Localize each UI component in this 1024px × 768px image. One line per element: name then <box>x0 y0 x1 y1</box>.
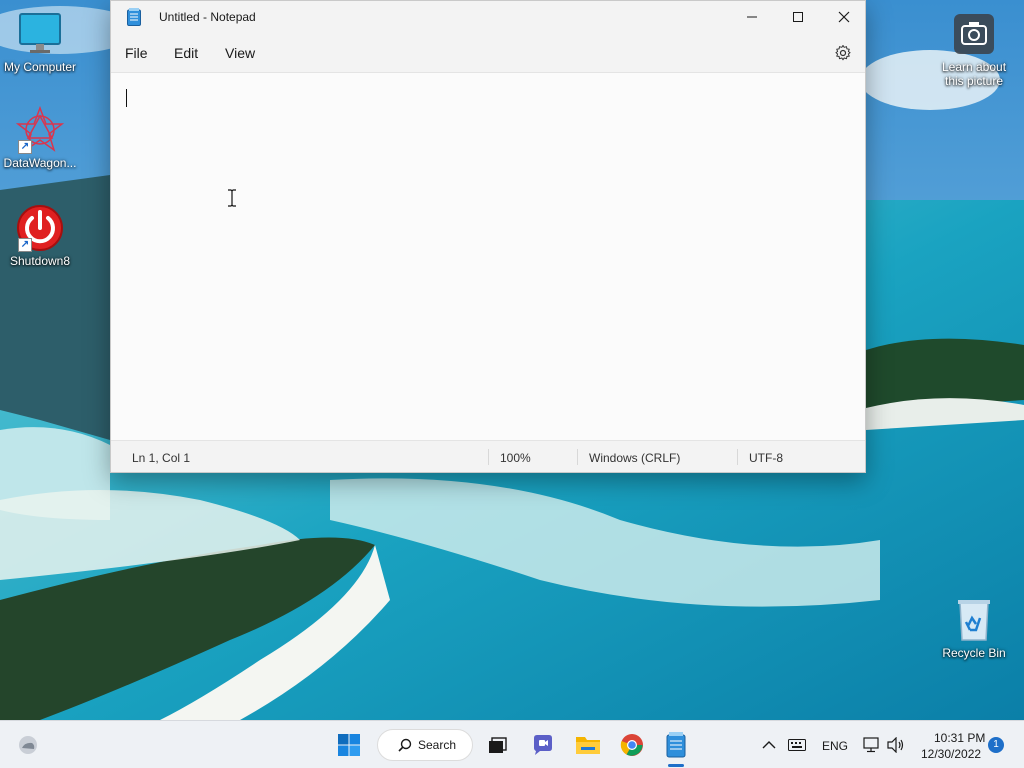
chat-icon <box>534 735 552 755</box>
desktop-icon-shutdown8[interactable]: ↗ Shutdown8 <box>0 204 80 268</box>
task-view-icon <box>489 737 507 753</box>
chrome-icon <box>620 734 643 756</box>
notepad-taskbar-button[interactable] <box>660 729 692 761</box>
chrome-button[interactable] <box>616 729 648 761</box>
text-editor[interactable] <box>111 73 865 441</box>
ibeam-cursor-icon <box>228 189 236 207</box>
monitor-icon <box>16 10 64 58</box>
touch-keyboard-button[interactable] <box>781 729 813 761</box>
maximize-icon <box>793 12 803 22</box>
text-caret <box>126 89 127 107</box>
active-app-indicator <box>668 764 684 767</box>
power-icon: ↗ <box>16 204 64 252</box>
minimize-icon <box>747 16 757 18</box>
close-icon <box>838 11 850 23</box>
desktop-icon-recycle-bin[interactable]: Recycle Bin <box>934 596 1014 660</box>
status-encoding: UTF-8 <box>749 451 783 465</box>
network-icon <box>863 737 879 753</box>
folder-icon <box>576 737 600 754</box>
title-bar[interactable]: Untitled - Notepad <box>111 1 865 33</box>
weather-widget-icon <box>19 736 37 754</box>
taskbar: Search ENG 10:31 PM 12/30/2022 <box>0 720 1024 768</box>
desktop-icon-label: DataWagon... <box>3 156 77 170</box>
widgets-button[interactable] <box>12 729 44 761</box>
desktop-spotlight-learn-about[interactable]: Learn about this picture <box>934 10 1014 88</box>
notepad-icon <box>666 732 686 758</box>
desktop-icon-label: My Computer <box>3 60 77 74</box>
desktop-icon-datawagon[interactable]: ↗ DataWagon... <box>0 105 80 170</box>
windows-logo-icon <box>338 734 360 756</box>
desktop-icon-label: Shutdown8 <box>9 254 71 268</box>
menu-view[interactable]: View <box>225 45 255 61</box>
chevron-up-icon <box>762 741 776 749</box>
close-button[interactable] <box>821 1 867 33</box>
menu-edit[interactable]: Edit <box>174 45 198 61</box>
task-view-button[interactable] <box>481 729 513 761</box>
speaker-icon <box>887 737 904 753</box>
minimize-button[interactable] <box>729 1 775 33</box>
status-line-endings: Windows (CRLF) <box>589 451 681 465</box>
menu-file[interactable]: File <box>125 45 148 61</box>
taskbar-search[interactable]: Search <box>377 729 473 761</box>
keyboard-icon <box>788 739 806 751</box>
language-indicator[interactable]: ENG <box>822 739 848 753</box>
desktop-icon-my-computer[interactable]: My Computer <box>0 10 80 74</box>
search-icon <box>398 738 412 752</box>
clock-time[interactable]: 10:31 PM <box>934 731 985 745</box>
file-explorer-button[interactable] <box>572 729 604 761</box>
datawagon-icon: ↗ <box>15 105 65 154</box>
spotlight-label-line2: this picture <box>944 74 1004 88</box>
settings-gear-icon[interactable] <box>835 45 851 61</box>
status-divider <box>577 449 578 465</box>
status-cursor-position: Ln 1, Col 1 <box>132 451 191 465</box>
clock-date[interactable]: 12/30/2022 <box>921 747 981 761</box>
volume-button[interactable] <box>880 729 912 761</box>
camera-icon <box>950 10 998 58</box>
notepad-window[interactable]: Untitled - Notepad File Edit View Ln 1, … <box>110 0 866 473</box>
spotlight-label-line1: Learn about <box>941 60 1007 74</box>
start-button[interactable] <box>333 729 365 761</box>
menu-bar: File Edit View <box>111 33 865 73</box>
notepad-app-icon <box>127 8 141 26</box>
maximize-button[interactable] <box>775 1 821 33</box>
desktop-icon-label: Recycle Bin <box>942 646 1006 660</box>
notification-badge[interactable]: 1 <box>988 737 1004 753</box>
status-zoom: 100% <box>500 451 531 465</box>
status-bar: Ln 1, Col 1 100% Windows (CRLF) UTF-8 <box>111 440 865 472</box>
shortcut-arrow-icon: ↗ <box>18 140 32 154</box>
recycle-bin-icon <box>950 596 998 644</box>
status-divider <box>737 449 738 465</box>
search-label: Search <box>418 738 457 752</box>
window-title: Untitled - Notepad <box>159 10 256 24</box>
shortcut-arrow-icon: ↗ <box>18 238 32 252</box>
status-divider <box>488 449 489 465</box>
teams-chat-button[interactable] <box>527 729 559 761</box>
